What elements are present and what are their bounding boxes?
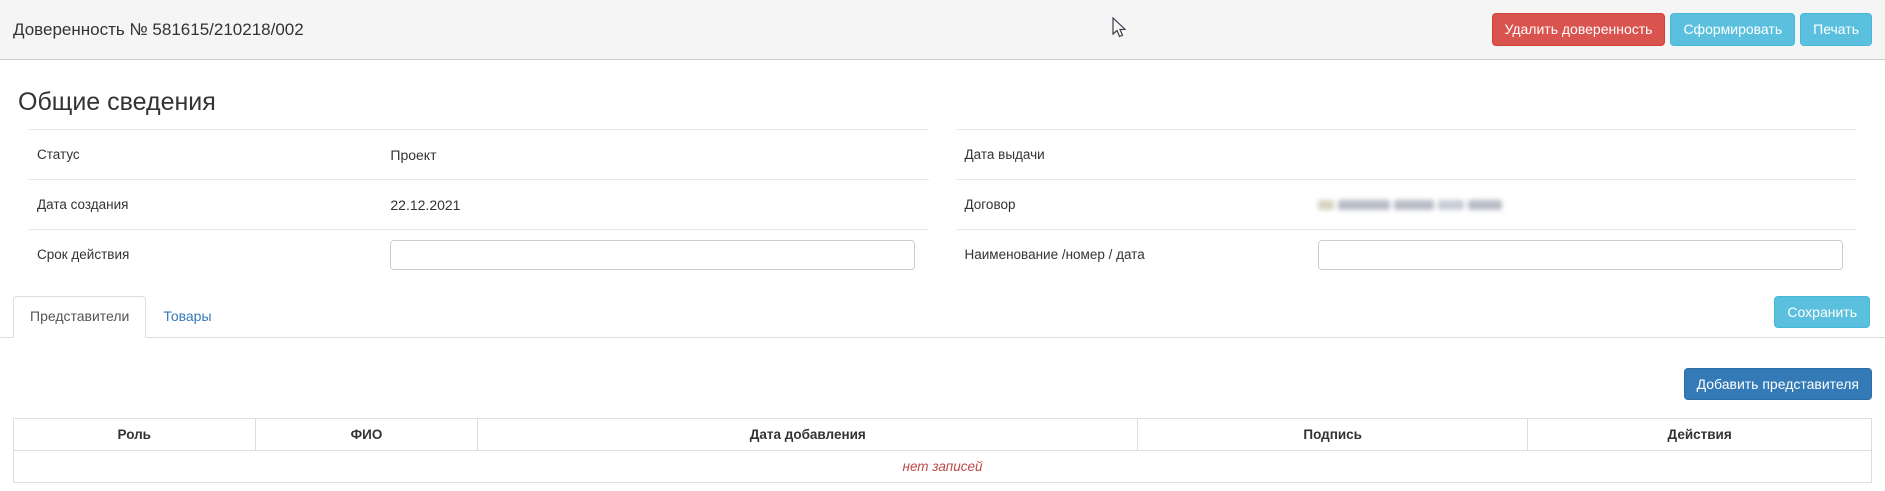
form-left-column: Статус Проект Дата создания 22.12.2021 С… <box>15 129 943 279</box>
representatives-table: Роль ФИО Дата добавления Подпись Действи… <box>13 418 1872 483</box>
tab-representatives[interactable]: Представители <box>13 296 146 338</box>
column-header-actions: Действия <box>1528 419 1872 451</box>
field-creation-date: Дата создания 22.12.2021 <box>29 179 929 229</box>
field-name-number-date: Наименование /номер / дата <box>957 229 1857 279</box>
field-contract: Договор <box>957 179 1857 229</box>
field-status: Статус Проект <box>29 129 929 179</box>
field-issue-date: Дата выдачи <box>957 129 1857 179</box>
top-actions: Удалить доверенность Сформировать Печать <box>1492 13 1872 45</box>
column-header-role: Роль <box>14 419 256 451</box>
contract-value-redacted <box>1318 200 1848 210</box>
field-validity-period: Срок действия <box>29 229 929 279</box>
general-form: Статус Проект Дата создания 22.12.2021 С… <box>15 129 1870 279</box>
form-right-column: Дата выдачи Договор Наименование /номер … <box>943 129 1871 279</box>
empty-state-text: нет записей <box>14 451 1872 483</box>
field-label: Наименование /номер / дата <box>965 247 1318 262</box>
field-label: Договор <box>965 197 1318 212</box>
tab-goods[interactable]: Товары <box>146 296 228 338</box>
column-header-sign: Подпись <box>1138 419 1528 451</box>
empty-row: нет записей <box>14 451 1872 483</box>
column-header-date: Дата добавления <box>478 419 1138 451</box>
validity-period-input[interactable] <box>390 240 915 270</box>
save-button[interactable]: Сохранить <box>1774 296 1870 328</box>
field-label: Срок действия <box>37 247 390 262</box>
field-label: Статус <box>37 147 390 162</box>
representatives-toolbar: Добавить представителя <box>0 368 1885 400</box>
print-button[interactable]: Печать <box>1800 13 1872 45</box>
name-number-date-input[interactable] <box>1318 240 1843 270</box>
field-value: Проект <box>390 147 920 163</box>
field-label: Дата создания <box>37 197 390 212</box>
section-heading: Общие сведения <box>18 88 1870 117</box>
generate-button[interactable]: Сформировать <box>1670 13 1795 45</box>
tab-bar: Представители Товары Сохранить <box>0 296 1885 338</box>
delete-poa-button[interactable]: Удалить доверенность <box>1492 13 1666 45</box>
top-bar: Доверенность № 581615/210218/002 Удалить… <box>0 0 1885 60</box>
add-representative-button[interactable]: Добавить представителя <box>1684 368 1872 400</box>
general-info-section: Общие сведения Статус Проект Дата создан… <box>0 88 1885 279</box>
field-value: 22.12.2021 <box>390 197 920 213</box>
field-label: Дата выдачи <box>965 147 1318 162</box>
table-header-row: Роль ФИО Дата добавления Подпись Действи… <box>14 419 1872 451</box>
column-header-fio: ФИО <box>255 419 478 451</box>
page-title: Доверенность № 581615/210218/002 <box>13 20 304 40</box>
